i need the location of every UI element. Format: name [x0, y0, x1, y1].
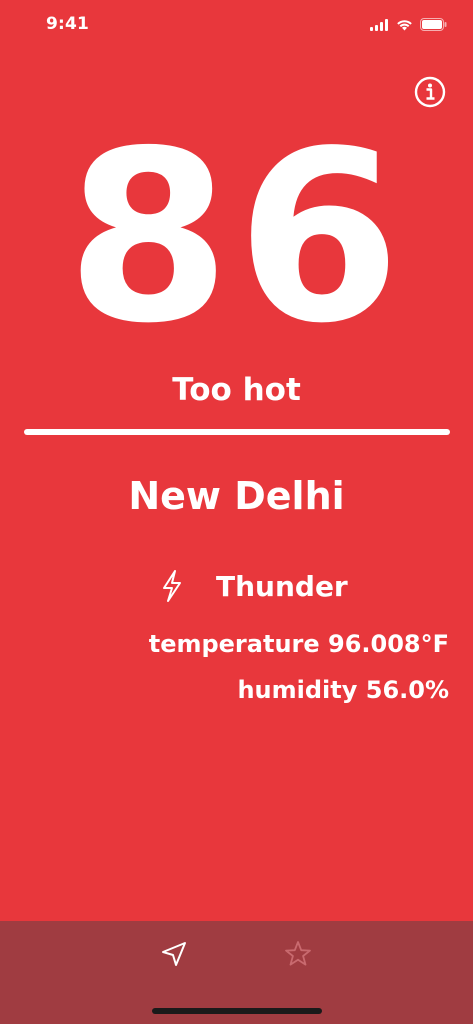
- battery-icon: [420, 16, 447, 35]
- lightning-icon: [160, 569, 186, 603]
- status-icons: [370, 16, 447, 35]
- comfort-verdict: Too hot: [172, 372, 301, 408]
- weather-condition: Thunder: [160, 566, 348, 606]
- info-button[interactable]: [414, 76, 446, 108]
- home-indicator[interactable]: [152, 1008, 322, 1014]
- temperature-reading: temperature 96.008°F: [148, 630, 449, 658]
- wifi-icon: [396, 16, 413, 35]
- humidity-reading: humidity 56.0%: [237, 676, 449, 704]
- star-icon: [283, 939, 313, 973]
- cellular-signal-icon: [370, 16, 389, 35]
- city-name: New Delhi: [128, 474, 345, 518]
- status-time: 9:41: [46, 14, 90, 34]
- condition-label: Thunder: [216, 569, 348, 603]
- tab-location[interactable]: [157, 939, 191, 973]
- comfort-score: 86: [66, 100, 407, 375]
- tab-favorites[interactable]: [281, 939, 315, 973]
- divider: [24, 429, 450, 435]
- location-arrow-icon: [159, 939, 189, 973]
- status-bar: 9:41: [0, 0, 473, 50]
